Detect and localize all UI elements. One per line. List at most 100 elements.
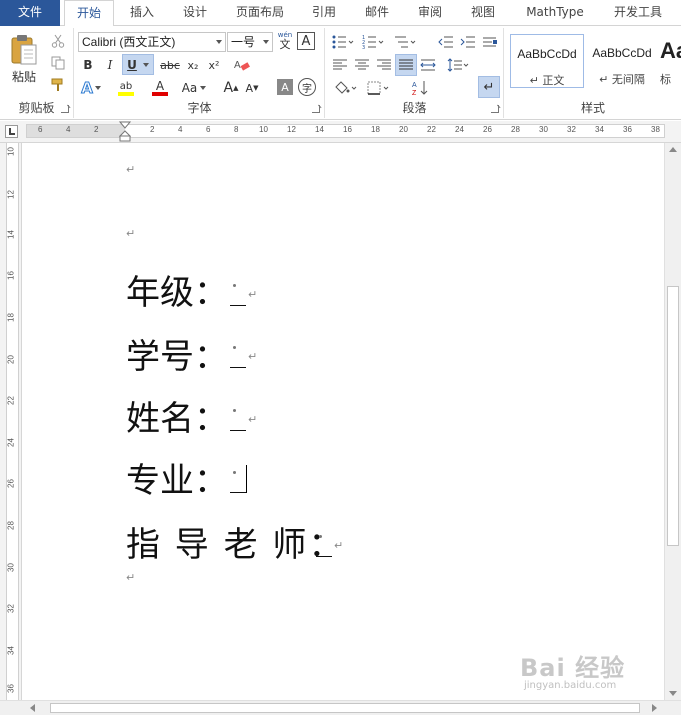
multilevel-list-button[interactable] <box>390 32 420 52</box>
ribbon-tab-bar: 文件 开始 插入 设计 页面布局 引用 邮件 审阅 视图 MathType 开发… <box>0 0 681 27</box>
paragraph-mark: ↵ <box>248 413 258 426</box>
char-border-button[interactable]: A <box>297 32 315 50</box>
enclose-char-button[interactable]: 字 <box>298 78 316 96</box>
grade-field[interactable] <box>230 280 246 306</box>
student-id-label: 学号： <box>126 337 228 377</box>
doc-line-advisor[interactable]: 指 导 老 师： <box>126 517 344 566</box>
ruler-tick: 2 <box>94 125 99 134</box>
document-page[interactable]: ↵ ↵ 年级： ↵ 学号： ↵ 姓名： ↵ 专业： 指 导 老 师： ↵ ↵ <box>22 143 664 700</box>
tab-references[interactable]: 引用 <box>302 0 346 26</box>
doc-line-name[interactable]: 姓名： <box>126 391 228 440</box>
horizontal-scroll-thumb[interactable] <box>50 703 640 713</box>
vruler-tick: 26 <box>6 479 16 488</box>
doc-line-student-id[interactable]: 学号： <box>126 329 228 378</box>
underline-button[interactable]: U <box>122 54 154 75</box>
shading-button[interactable] <box>330 78 360 98</box>
clipboard-launcher-icon[interactable] <box>61 105 69 113</box>
align-center-button[interactable] <box>352 55 372 75</box>
vertical-scrollbar[interactable] <box>664 143 681 700</box>
ruler-tick: 12 <box>287 125 296 134</box>
ruler-tick: 30 <box>539 125 548 134</box>
horizontal-ruler[interactable]: 6 4 2 2 4 6 8 10 12 14 16 18 20 22 24 26… <box>0 121 681 143</box>
increase-indent-button[interactable] <box>458 32 478 52</box>
justify-icon <box>399 59 413 70</box>
ribbon-home: 粘贴 剪贴板 Calibri (西文正文) 一号 wén 文 A B I U a… <box>0 26 681 120</box>
char-shading-button[interactable]: A <box>277 79 293 95</box>
scroll-right-icon[interactable] <box>652 704 657 712</box>
font-name-combo[interactable]: Calibri (西文正文) <box>78 32 226 52</box>
font-color-button[interactable]: A <box>145 78 175 98</box>
major-field[interactable] <box>230 467 246 493</box>
phonetic-guide-button[interactable]: wén 文 <box>276 30 294 52</box>
font-size-combo[interactable]: 一号 <box>227 32 273 52</box>
vertical-scroll-thumb[interactable] <box>667 286 679 546</box>
superscript-button[interactable]: x² <box>204 55 224 75</box>
cut-button[interactable] <box>48 32 68 50</box>
subscript-button[interactable]: x₂ <box>183 55 203 75</box>
tab-mailings[interactable]: 邮件 <box>355 0 399 26</box>
paste-button[interactable]: 粘贴 <box>6 32 42 86</box>
bullets-button[interactable] <box>330 32 356 52</box>
text-effects-button[interactable]: A <box>79 78 103 98</box>
font-name-value: Calibri (西文正文) <box>82 35 176 49</box>
change-case-button[interactable]: Aa <box>179 78 209 98</box>
scroll-up-icon[interactable] <box>669 147 677 152</box>
align-right-button[interactable] <box>374 55 394 75</box>
scroll-down-icon[interactable] <box>669 691 677 696</box>
style-no-spacing[interactable]: AaBbCcDd ↵ 无间隔 <box>585 34 659 88</box>
doc-line-grade[interactable]: 年级： <box>126 265 228 314</box>
name-label: 姓名： <box>126 399 228 439</box>
align-left-icon <box>333 59 347 70</box>
paragraph-mark: ↵ <box>248 350 258 363</box>
tab-file[interactable]: 文件 <box>0 0 60 26</box>
tab-page-layout[interactable]: 页面布局 <box>226 0 294 26</box>
show-marks-button[interactable]: ↵ <box>478 76 500 98</box>
highlight-button[interactable]: ab <box>111 78 141 98</box>
align-left-button[interactable] <box>330 55 350 75</box>
horizontal-scrollbar[interactable] <box>0 700 681 715</box>
format-painter-button[interactable] <box>48 76 68 94</box>
vertical-ruler[interactable]: 10 12 14 16 18 20 22 24 26 28 30 32 34 3… <box>0 143 22 700</box>
vruler-tick: 36 <box>6 684 16 693</box>
vruler-tick: 32 <box>6 604 16 613</box>
doc-line-major[interactable]: 专业： <box>126 453 228 502</box>
borders-button[interactable] <box>364 78 394 98</box>
advisor-field[interactable] <box>316 531 332 557</box>
font-launcher-icon[interactable] <box>312 105 320 113</box>
numbering-button[interactable]: 1 2 3 <box>360 32 386 52</box>
tab-review[interactable]: 审阅 <box>408 0 452 26</box>
paragraph-launcher-icon[interactable] <box>491 105 499 113</box>
borders-icon <box>367 81 389 95</box>
bold-button[interactable]: B <box>79 55 97 75</box>
enclose-char-icon: 字 <box>302 83 312 95</box>
tab-view[interactable]: 视图 <box>461 0 505 26</box>
italic-button[interactable]: I <box>101 55 119 75</box>
tab-insert[interactable]: 插入 <box>120 0 164 26</box>
paragraph-mark: ↵ <box>334 539 344 552</box>
name-field[interactable] <box>230 405 246 431</box>
clear-format-button[interactable]: A <box>231 55 253 75</box>
tab-developer[interactable]: 开发工具 <box>604 0 672 26</box>
tab-design[interactable]: 设计 <box>173 0 217 26</box>
chinese-layout-button[interactable] <box>480 32 500 52</box>
style-heading[interactable]: Aa 标 <box>660 34 681 88</box>
ruler-tick: 36 <box>623 125 632 134</box>
copy-button[interactable] <box>48 54 68 72</box>
grow-font-button[interactable]: A ▲ <box>222 78 240 98</box>
shrink-font-button[interactable]: A ▼ <box>243 78 261 98</box>
group-label-styles: 样式 <box>580 101 605 115</box>
chevron-down-icon <box>216 40 222 44</box>
indent-marker-icon[interactable] <box>119 121 131 143</box>
distributed-button[interactable] <box>418 55 438 75</box>
decrease-indent-button[interactable] <box>436 32 456 52</box>
tab-mathtype[interactable]: MathType <box>515 0 595 26</box>
justify-button[interactable] <box>395 54 417 76</box>
scroll-left-icon[interactable] <box>30 704 35 712</box>
student-id-field[interactable] <box>230 342 246 368</box>
sort-button[interactable]: A Z <box>410 78 432 98</box>
strikethrough-button[interactable]: abc <box>158 55 182 75</box>
style-normal[interactable]: AaBbCcDd ↵ 正文 <box>510 34 584 88</box>
line-spacing-button[interactable] <box>444 55 472 75</box>
tab-home[interactable]: 开始 <box>64 0 114 27</box>
tab-selector-icon[interactable] <box>5 125 18 138</box>
